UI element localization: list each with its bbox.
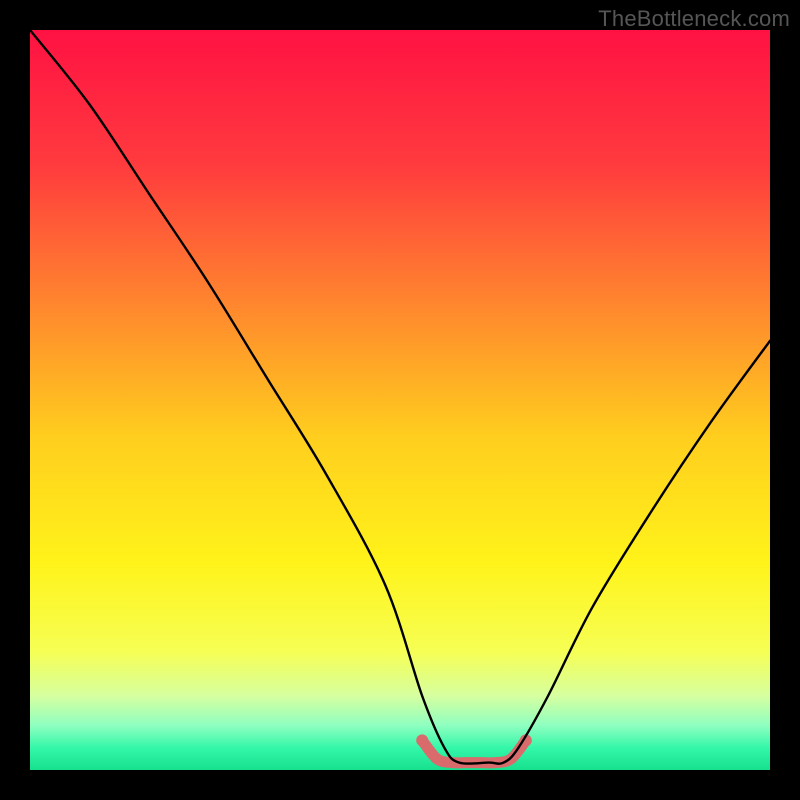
- plot-area: [30, 30, 770, 770]
- chart-frame: TheBottleneck.com: [0, 0, 800, 800]
- bottleneck-curve: [30, 30, 770, 764]
- watermark-text: TheBottleneck.com: [598, 6, 790, 32]
- curve-layer: [30, 30, 770, 770]
- sweet-spot-endpoint-left: [416, 734, 428, 746]
